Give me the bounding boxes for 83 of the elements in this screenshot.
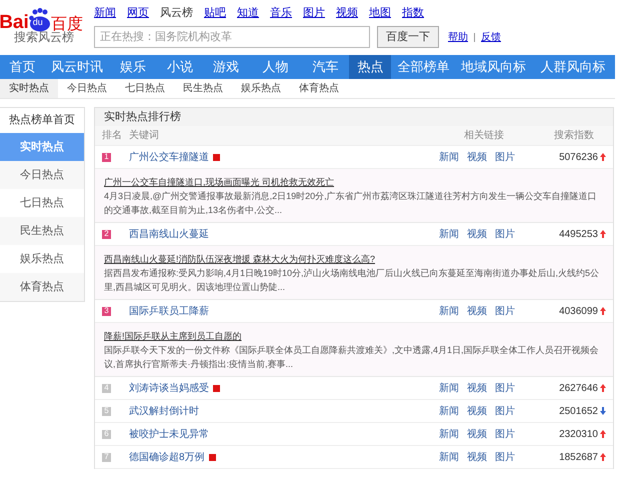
keyword-link[interactable]: 广州公交车撞隧道 <box>129 150 209 164</box>
sidebar-item[interactable]: 民生热点 <box>0 217 84 245</box>
subnav-tab[interactable]: 今日热点 <box>58 79 116 98</box>
keyword-link[interactable]: 被咬护士未见异常 <box>129 426 209 442</box>
keyword-link[interactable]: 国际乒联员工降薪 <box>129 304 209 318</box>
related-link[interactable]: 图片 <box>495 380 515 396</box>
search-index: 2320310 <box>559 428 598 442</box>
rank-badge: 1 <box>102 152 111 162</box>
help-link[interactable]: 反馈 <box>481 30 501 44</box>
rank-badge: 3 <box>102 306 111 316</box>
related-link[interactable]: 图片 <box>495 150 515 164</box>
top-link[interactable]: 网页 <box>127 4 149 22</box>
related-link[interactable]: 图片 <box>495 450 515 464</box>
news-summary: 国际乒联今天下发的一份文件称《国际乒联全体员工自愿降薪共渡难关》,文中透露,4月1日,国际乒联全体工作人员召开视频会议,首席执行官斯蒂夫·丹顿指出:疫情当前,赛事... <box>104 344 600 371</box>
related-link[interactable]: 图片 <box>495 404 515 418</box>
search-index: 4036099 <box>559 304 598 318</box>
column-header: 相关链接 <box>463 128 505 143</box>
search-field[interactable]: 正在热搜：国务院机构改革 <box>94 26 370 48</box>
related-link[interactable]: 新闻 <box>439 150 459 164</box>
subnav-tab[interactable]: 实时热点 <box>0 79 58 98</box>
related-link[interactable]: 图片 <box>495 226 515 242</box>
related-link[interactable]: 视频 <box>467 150 487 164</box>
related-link[interactable]: 图片 <box>495 304 515 318</box>
top-link[interactable]: 知道 <box>237 4 259 22</box>
keyword-link[interactable]: 西昌南线山火蔓延 <box>129 226 209 242</box>
help-link[interactable]: 帮助 <box>448 30 468 44</box>
subnav-tab[interactable]: 民生热点 <box>174 79 232 98</box>
related-link[interactable]: 新闻 <box>439 404 459 418</box>
column-header: 搜索指数 <box>553 128 595 143</box>
search-index: 1852687 <box>559 450 598 464</box>
news-headline[interactable]: 广州一公交车自撞隧道口,现场画面曝光 司机抢救无效死亡 <box>104 175 604 189</box>
related-link[interactable]: 视频 <box>467 426 487 442</box>
top-link[interactable]: 图片 <box>303 4 325 22</box>
related-link[interactable]: 视频 <box>467 380 487 396</box>
top-link[interactable]: 视频 <box>336 4 358 22</box>
related-link[interactable]: 图片 <box>495 426 515 442</box>
rank-badge: 2 <box>102 230 111 238</box>
nav-tab[interactable]: 热点 <box>349 55 392 79</box>
related-link[interactable]: 视频 <box>467 450 487 464</box>
top-link[interactable]: 音乐 <box>270 4 292 22</box>
related-link[interactable]: 新闻 <box>439 304 459 318</box>
search-button[interactable]: 百度一下 <box>377 26 439 48</box>
sidebar-title: 热点榜单首页 <box>8 112 76 128</box>
rank-badge: 6 <box>102 430 111 438</box>
sidebar-item[interactable]: 今日热点 <box>0 161 84 189</box>
rank-badge: 5 <box>102 406 111 416</box>
search-index: 2627646 <box>559 382 598 396</box>
logo-text: Bai <box>0 13 29 32</box>
news-summary: 据西昌发布通报称:受风力影响,4月1日晚19时10分,泸山火场南线电池厂后山火线已向东蔓延至海南街道办事处后山,火线约5公里,西昌城区可见明火。因该地理位置山势陡... <box>104 267 600 294</box>
top-link[interactable]: 风云榜 <box>160 4 193 22</box>
related-link[interactable]: 视频 <box>467 304 487 318</box>
search-index: 2501652 <box>559 404 598 418</box>
news-summary: 4月3日凌晨,@广州交警通报事故最新消息,2日19时20分,广东省广州市荔湾区珠江隧道往芳村方向发生一辆公交车自撞隧道口的交通事故,截至目前为止,13名伤者中,公交... <box>104 190 598 217</box>
related-link[interactable]: 新闻 <box>439 450 459 464</box>
subnav-tab[interactable]: 体育热点 <box>290 79 348 98</box>
column-header: 排名 <box>101 128 123 143</box>
logo-subtitle: 搜索风云榜 <box>14 31 74 43</box>
search-index: 4495253 <box>559 228 598 242</box>
keyword-link[interactable]: 武汉解封倒计时 <box>129 404 199 418</box>
related-link[interactable]: 视频 <box>467 226 487 242</box>
paw-icon <box>28 8 51 32</box>
column-header: 关键词 <box>129 128 160 143</box>
ranking-title: 实时热点排行榜 <box>104 110 181 125</box>
top-link[interactable]: 贴吧 <box>204 4 226 22</box>
rank-badge: 4 <box>102 384 111 392</box>
keyword-link[interactable]: 刘涛诗谈当妈感受 <box>129 380 209 396</box>
search-index: 5076236 <box>559 150 598 164</box>
top-link[interactable]: 新闻 <box>94 4 116 22</box>
related-link[interactable]: 新闻 <box>439 226 459 242</box>
related-link[interactable]: 视频 <box>467 404 487 418</box>
subnav-tab[interactable]: 七日热点 <box>116 79 174 98</box>
logo-text: du <box>32 18 43 27</box>
subnav-tab[interactable]: 娱乐热点 <box>232 79 290 98</box>
related-link[interactable]: 新闻 <box>439 426 459 442</box>
logo-text: 百度 <box>50 16 83 32</box>
news-headline[interactable]: 西昌南线山火蔓延!消防队伍深夜增援 森林大火为何扑灭难度这么高? <box>104 252 604 266</box>
related-link[interactable]: 新闻 <box>439 380 459 396</box>
rank-badge: 7 <box>102 452 111 462</box>
top-link[interactable]: 地图 <box>369 4 391 22</box>
keyword-link[interactable]: 德国确诊超8万例 <box>129 450 205 464</box>
sidebar-item[interactable]: 体育热点 <box>0 273 84 301</box>
news-headline[interactable]: 降薪!国际乒联从主席到员工自愿的 <box>104 329 604 343</box>
top-link[interactable]: 指数 <box>402 4 424 22</box>
